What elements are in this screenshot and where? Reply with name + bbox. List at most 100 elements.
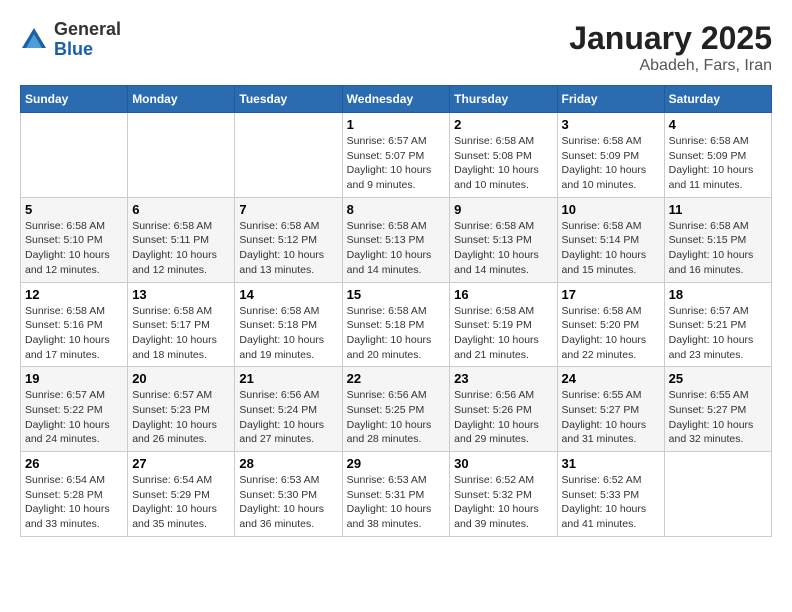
- calendar-cell: 2Sunrise: 6:58 AM Sunset: 5:08 PM Daylig…: [450, 113, 557, 198]
- calendar: SundayMondayTuesdayWednesdayThursdayFrid…: [20, 85, 772, 537]
- day-info: Sunrise: 6:54 AM Sunset: 5:29 PM Dayligh…: [132, 473, 230, 532]
- calendar-cell: 15Sunrise: 6:58 AM Sunset: 5:18 PM Dayli…: [342, 282, 450, 367]
- calendar-cell: 28Sunrise: 6:53 AM Sunset: 5:30 PM Dayli…: [235, 452, 342, 537]
- day-info: Sunrise: 6:56 AM Sunset: 5:24 PM Dayligh…: [239, 388, 337, 447]
- logo: General Blue: [20, 20, 121, 60]
- day-number: 3: [562, 117, 660, 132]
- day-number: 20: [132, 371, 230, 386]
- day-info: Sunrise: 6:58 AM Sunset: 5:11 PM Dayligh…: [132, 219, 230, 278]
- day-number: 24: [562, 371, 660, 386]
- calendar-cell: 18 Sunrise: 6:57 AM Sunset: 5:21 PM Dayli…: [664, 282, 771, 367]
- day-info: Sunrise: 6:58 AM Sunset: 5:18 PM Dayligh…: [347, 304, 446, 363]
- day-info: Sunrise: 6:57 AM Sunset: 5:23 PM Dayligh…: [132, 388, 230, 447]
- weekday-header-tuesday: Tuesday: [235, 86, 342, 113]
- day-number: 8: [347, 202, 446, 217]
- logo-blue: Blue: [54, 40, 121, 60]
- day-info: Sunrise: 6:56 AM Sunset: 5:26 PM Dayligh…: [454, 388, 552, 447]
- weekday-header-monday: Monday: [128, 86, 235, 113]
- calendar-cell: 6 Sunrise: 6:58 AM Sunset: 5:11 PM Daylig…: [128, 197, 235, 282]
- day-info: Sunrise: 6:58 AM Sunset: 5:13 PM Dayligh…: [454, 219, 552, 278]
- calendar-cell: 29 Sunrise: 6:53 AM Sunset: 5:31 PM Dayli…: [342, 452, 450, 537]
- location-title: Abadeh, Fars, Iran: [569, 57, 772, 75]
- day-number: 6: [132, 202, 230, 217]
- day-info: Sunrise: 6:52 AM Sunset: 5:32 PM Dayligh…: [454, 473, 552, 532]
- day-info: Sunrise: 6:58 AM Sunset: 5:15 PM Dayligh…: [669, 219, 767, 278]
- day-number: 14: [239, 287, 337, 302]
- logo-icon: [20, 26, 48, 54]
- day-number: 25: [669, 371, 767, 386]
- day-number: 29: [347, 456, 446, 471]
- calendar-cell: 19 Sunrise: 6:57 AM Sunset: 5:22 PM Dayli…: [21, 367, 128, 452]
- title-block: January 2025 Abadeh, Fars, Iran: [569, 20, 772, 75]
- day-number: 13: [132, 287, 230, 302]
- day-info: Sunrise: 6:53 AM Sunset: 5:31 PM Dayligh…: [347, 473, 446, 532]
- day-info: Sunrise: 6:57 AM Sunset: 5:22 PM Dayligh…: [25, 388, 123, 447]
- day-number: 1: [347, 117, 446, 132]
- day-number: 26: [25, 456, 123, 471]
- logo-text: General Blue: [54, 20, 121, 60]
- day-info: Sunrise: 6:57 AM Sunset: 5:07 PM Dayligh…: [347, 134, 446, 193]
- day-number: 18: [669, 287, 767, 302]
- day-number: 23: [454, 371, 552, 386]
- calendar-cell: 23 Sunrise: 6:56 AM Sunset: 5:26 PM Dayli…: [450, 367, 557, 452]
- day-info: Sunrise: 6:57 AM Sunset: 5:21 PM Dayligh…: [669, 304, 767, 363]
- week-row-4: 19 Sunrise: 6:57 AM Sunset: 5:22 PM Dayli…: [21, 367, 772, 452]
- day-info: Sunrise: 6:54 AM Sunset: 5:28 PM Dayligh…: [25, 473, 123, 532]
- week-row-2: 5 Sunrise: 6:58 AM Sunset: 5:10 PM Daylig…: [21, 197, 772, 282]
- day-info: Sunrise: 6:58 AM Sunset: 5:20 PM Dayligh…: [562, 304, 660, 363]
- day-info: Sunrise: 6:58 AM Sunset: 5:09 PM Dayligh…: [669, 134, 767, 193]
- day-number: 22: [347, 371, 446, 386]
- weekday-header-saturday: Saturday: [664, 86, 771, 113]
- day-number: 30: [454, 456, 552, 471]
- calendar-cell: 10Sunrise: 6:58 AM Sunset: 5:14 PM Dayli…: [557, 197, 664, 282]
- calendar-cell: 9Sunrise: 6:58 AM Sunset: 5:13 PM Daylig…: [450, 197, 557, 282]
- day-number: 19: [25, 371, 123, 386]
- calendar-cell: 25 Sunrise: 6:55 AM Sunset: 5:27 PM Dayli…: [664, 367, 771, 452]
- weekday-header-thursday: Thursday: [450, 86, 557, 113]
- weekday-header-row: SundayMondayTuesdayWednesdayThursdayFrid…: [21, 86, 772, 113]
- day-info: Sunrise: 6:58 AM Sunset: 5:13 PM Dayligh…: [347, 219, 446, 278]
- calendar-cell: 24 Sunrise: 6:55 AM Sunset: 5:27 PM Dayli…: [557, 367, 664, 452]
- day-info: Sunrise: 6:52 AM Sunset: 5:33 PM Dayligh…: [562, 473, 660, 532]
- weekday-header-wednesday: Wednesday: [342, 86, 450, 113]
- week-row-1: 1 Sunrise: 6:57 AM Sunset: 5:07 PM Daylig…: [21, 113, 772, 198]
- day-info: Sunrise: 6:53 AM Sunset: 5:30 PM Dayligh…: [239, 473, 337, 532]
- calendar-cell: 1 Sunrise: 6:57 AM Sunset: 5:07 PM Daylig…: [342, 113, 450, 198]
- day-info: Sunrise: 6:58 AM Sunset: 5:12 PM Dayligh…: [239, 219, 337, 278]
- calendar-cell: [235, 113, 342, 198]
- calendar-cell: 27 Sunrise: 6:54 AM Sunset: 5:29 PM Dayli…: [128, 452, 235, 537]
- day-info: Sunrise: 6:55 AM Sunset: 5:27 PM Dayligh…: [562, 388, 660, 447]
- day-number: 31: [562, 456, 660, 471]
- day-info: Sunrise: 6:58 AM Sunset: 5:17 PM Dayligh…: [132, 304, 230, 363]
- day-number: 2: [454, 117, 552, 132]
- day-info: Sunrise: 6:58 AM Sunset: 5:18 PM Dayligh…: [239, 304, 337, 363]
- calendar-cell: 13 Sunrise: 6:58 AM Sunset: 5:17 PM Dayli…: [128, 282, 235, 367]
- calendar-cell: 20 Sunrise: 6:57 AM Sunset: 5:23 PM Dayli…: [128, 367, 235, 452]
- calendar-cell: 17Sunrise: 6:58 AM Sunset: 5:20 PM Dayli…: [557, 282, 664, 367]
- day-info: Sunrise: 6:58 AM Sunset: 5:10 PM Dayligh…: [25, 219, 123, 278]
- calendar-cell: [128, 113, 235, 198]
- day-info: Sunrise: 6:58 AM Sunset: 5:19 PM Dayligh…: [454, 304, 552, 363]
- day-number: 16: [454, 287, 552, 302]
- week-row-5: 26 Sunrise: 6:54 AM Sunset: 5:28 PM Dayli…: [21, 452, 772, 537]
- day-number: 5: [25, 202, 123, 217]
- calendar-cell: 22Sunrise: 6:56 AM Sunset: 5:25 PM Dayli…: [342, 367, 450, 452]
- calendar-cell: [664, 452, 771, 537]
- day-number: 27: [132, 456, 230, 471]
- week-row-3: 12 Sunrise: 6:58 AM Sunset: 5:16 PM Dayli…: [21, 282, 772, 367]
- calendar-cell: 5 Sunrise: 6:58 AM Sunset: 5:10 PM Daylig…: [21, 197, 128, 282]
- month-title: January 2025: [569, 20, 772, 57]
- day-info: Sunrise: 6:58 AM Sunset: 5:16 PM Dayligh…: [25, 304, 123, 363]
- day-number: 12: [25, 287, 123, 302]
- calendar-cell: 26 Sunrise: 6:54 AM Sunset: 5:28 PM Dayli…: [21, 452, 128, 537]
- day-number: 11: [669, 202, 767, 217]
- calendar-cell: 4 Sunrise: 6:58 AM Sunset: 5:09 PM Daylig…: [664, 113, 771, 198]
- day-info: Sunrise: 6:55 AM Sunset: 5:27 PM Dayligh…: [669, 388, 767, 447]
- calendar-cell: [21, 113, 128, 198]
- calendar-cell: 11 Sunrise: 6:58 AM Sunset: 5:15 PM Dayli…: [664, 197, 771, 282]
- day-number: 21: [239, 371, 337, 386]
- day-info: Sunrise: 6:58 AM Sunset: 5:14 PM Dayligh…: [562, 219, 660, 278]
- day-info: Sunrise: 6:58 AM Sunset: 5:09 PM Dayligh…: [562, 134, 660, 193]
- day-number: 4: [669, 117, 767, 132]
- weekday-header-sunday: Sunday: [21, 86, 128, 113]
